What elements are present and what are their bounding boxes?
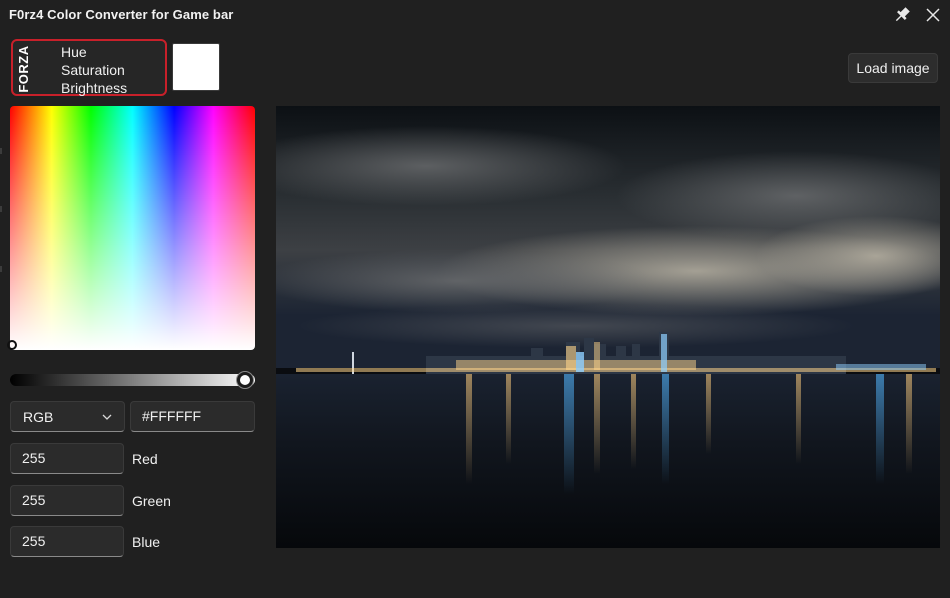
badge-text: Hue Saturation Brightness	[61, 43, 127, 97]
blue-input[interactable]: 255	[10, 526, 124, 557]
badge-line-saturation: Saturation	[61, 62, 125, 78]
edge-marker	[0, 206, 2, 212]
red-label: Red	[132, 451, 158, 467]
badge-line-hue: Hue	[61, 44, 87, 60]
spectrum-handle[interactable]	[7, 340, 17, 350]
forza-logo: FORZA	[16, 45, 31, 92]
color-mode-select[interactable]: RGB	[10, 401, 125, 432]
skyline-photo	[276, 106, 940, 548]
title-bar: F0rz4 Color Converter for Game bar	[0, 0, 950, 30]
window-title: F0rz4 Color Converter for Game bar	[9, 7, 234, 22]
brightness-slider-thumb[interactable]	[237, 372, 253, 388]
close-button[interactable]	[921, 4, 945, 26]
svg-text:FORZA: FORZA	[16, 45, 31, 92]
blue-label: Blue	[132, 534, 161, 550]
edge-marker	[0, 148, 2, 154]
loaded-image[interactable]	[276, 106, 940, 548]
red-input[interactable]: 255	[10, 443, 124, 474]
color-preview-swatch	[172, 43, 220, 91]
edge-marker	[0, 266, 2, 272]
green-input[interactable]: 255	[10, 485, 124, 516]
chevron-down-icon	[102, 414, 112, 420]
color-spectrum[interactable]	[10, 106, 255, 350]
badge-line-brightness: Brightness	[61, 80, 128, 96]
pin-icon	[895, 7, 910, 22]
load-image-button[interactable]: Load image	[848, 53, 938, 83]
color-mode-value: RGB	[23, 409, 54, 425]
hex-input[interactable]: #FFFFFF	[130, 401, 255, 432]
close-icon	[926, 8, 940, 22]
app-window: F0rz4 Color Converter for Game bar FORZA…	[0, 0, 950, 598]
pin-button[interactable]	[890, 4, 914, 26]
mode-badge: FORZA Hue Saturation Brightness	[11, 39, 167, 96]
brightness-slider[interactable]	[10, 374, 255, 386]
green-label: Green	[132, 493, 171, 509]
